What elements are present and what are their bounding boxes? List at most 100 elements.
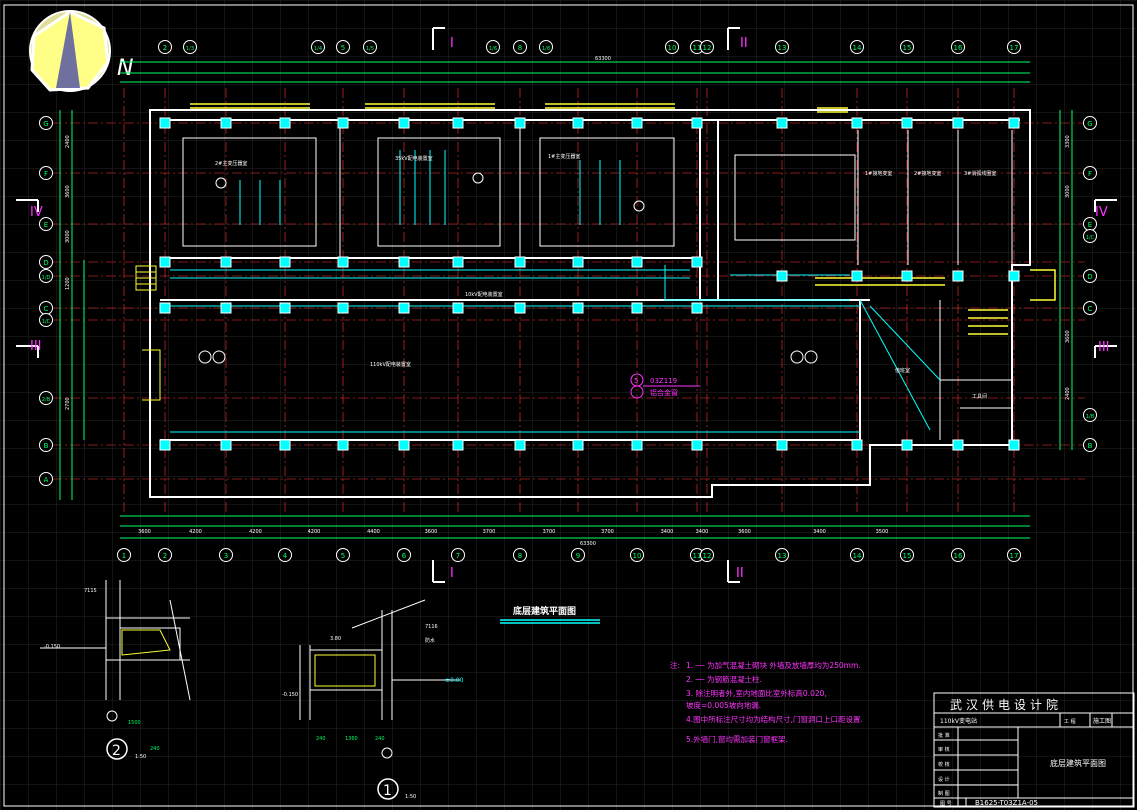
detail-1-dim-b: 1360 xyxy=(345,736,358,742)
column xyxy=(220,117,232,129)
detail-1-number: 1 xyxy=(383,783,392,799)
dimension-label: 3600 xyxy=(1065,330,1071,343)
axis-bubble-label: C xyxy=(44,305,49,313)
room-label-2-transformer: 2#主变压器室 xyxy=(215,160,247,167)
title-block-drawing-no: B1625-T03Z1A-05 xyxy=(975,799,1038,807)
column xyxy=(398,256,410,268)
axis-bubble: 15 xyxy=(900,40,914,54)
dimension-label: 3500 xyxy=(876,529,889,535)
detail-2-dim: 1500 xyxy=(128,720,141,726)
axis-bubble: 1/6 xyxy=(486,40,500,54)
axis-bubble: 1/C xyxy=(39,313,53,327)
detail-2-level: -0.150 xyxy=(44,644,60,650)
note-2: 2. ── 为钢筋混凝土柱. xyxy=(686,674,762,684)
axis-bubble-label: 12 xyxy=(703,44,712,52)
axis-bubble-label: D xyxy=(1087,273,1092,281)
detail-1-label-7116: 7116 xyxy=(425,624,438,630)
note-3b: 坡度=0.005坡向地漏. xyxy=(686,700,761,710)
column xyxy=(851,439,863,451)
axis-bubble: 1/D xyxy=(39,269,53,283)
axis-bubble: 12 xyxy=(700,548,714,562)
axis-bubble: 1/5 xyxy=(363,40,377,54)
dimension-label: 3400 xyxy=(813,529,826,535)
column xyxy=(631,256,643,268)
column xyxy=(514,439,526,451)
column xyxy=(514,256,526,268)
dimension-label: 4200 xyxy=(249,529,262,535)
axis-bubble-label: 1 xyxy=(122,552,126,560)
section-mark-iv-right: IV xyxy=(1095,205,1108,220)
axis-bubble: 1/B xyxy=(1083,408,1097,422)
axis-bubble-label: 14 xyxy=(853,552,862,560)
axis-bubble: 12 xyxy=(700,40,714,54)
column xyxy=(337,439,349,451)
axis-bubble: 10 xyxy=(630,548,644,562)
axis-bubble-label: 16 xyxy=(954,552,963,560)
axis-bubble-label: 4 xyxy=(283,552,288,560)
note-1: 1. ── 为加气混凝土砌块 外墙及放墙厚均为250mm. xyxy=(686,660,861,670)
axis-bubble-label: 7 xyxy=(456,552,460,560)
column xyxy=(901,439,913,451)
axis-bubble: 16 xyxy=(951,548,965,562)
column xyxy=(691,256,703,268)
cad-drawing: N I II I II III III IV IV 2 1/3 1/4 5 1/… xyxy=(0,0,1137,810)
column xyxy=(572,256,584,268)
detail-2-scale: 1:50 xyxy=(135,754,146,760)
axis-bubble: G xyxy=(1083,116,1097,130)
dimension-label: 4200 xyxy=(308,529,321,535)
axis-bubble: 1 xyxy=(117,548,131,562)
dimension-label: 3600 xyxy=(425,529,438,535)
axis-bubble-label: 8 xyxy=(518,44,522,52)
axis-bubble-label: 15 xyxy=(903,44,912,52)
column xyxy=(279,439,291,451)
column xyxy=(691,439,703,451)
room-label-3-arc: 3#消弧线圈室 xyxy=(964,170,996,177)
detail-2-number: 2 xyxy=(112,743,121,759)
column xyxy=(452,439,464,451)
detail-1-dim-a: 240 xyxy=(316,736,326,742)
column xyxy=(279,302,291,314)
column xyxy=(572,439,584,451)
axis-bubble: 1/4 xyxy=(311,40,325,54)
column xyxy=(691,117,703,129)
column xyxy=(776,270,788,282)
dimension-label: 3000 xyxy=(1065,185,1071,198)
axis-bubble: 16 xyxy=(951,40,965,54)
axis-bubble-label: B xyxy=(44,442,49,450)
axis-bubble-label: 9 xyxy=(576,552,580,560)
column xyxy=(631,302,643,314)
section-mark-iii-right: III xyxy=(1098,340,1110,355)
axis-bubble-label: 17 xyxy=(1010,552,1019,560)
room-label-1-transformer: 1#主变压器室 xyxy=(548,153,580,160)
axis-bubble-label: 1/3 xyxy=(186,46,194,52)
axis-bubble: 3 xyxy=(219,548,233,562)
detail-1-level-top: 3.80 xyxy=(330,636,341,642)
column xyxy=(901,270,913,282)
axis-bubble-label: 13 xyxy=(778,44,787,52)
axis-bubble-label: 1/B xyxy=(1086,414,1095,420)
column xyxy=(452,117,464,129)
column xyxy=(452,302,464,314)
title-block-institute: 武汉供电设计院 xyxy=(950,698,1062,712)
room-label-35kv: 35kV配电装置室 xyxy=(395,155,433,162)
notes-heading: 注: xyxy=(670,660,680,670)
column xyxy=(572,302,584,314)
axis-bubble-label: 6 xyxy=(402,552,407,560)
bottom-total-dim: 63300 xyxy=(580,541,596,547)
axis-bubble: E xyxy=(39,217,53,231)
axis-bubble-label: 10 xyxy=(668,44,677,52)
section-mark-ii-top: II xyxy=(740,36,748,51)
column xyxy=(159,256,171,268)
axis-bubble-label: 17 xyxy=(1010,44,1019,52)
section-mark-iv-left: IV xyxy=(30,205,43,220)
note-3: 3. 除注明者外,室内地面比室外标高0.020, xyxy=(686,688,827,698)
axis-bubble: 13 xyxy=(775,40,789,54)
section-mark-i-top: I xyxy=(450,36,454,51)
axis-bubble-label: 1/8 xyxy=(542,46,550,52)
axis-bubble: 2 xyxy=(158,548,172,562)
column xyxy=(851,117,863,129)
dimension-label: 3600 xyxy=(65,185,71,198)
axis-bubble: B xyxy=(39,438,53,452)
axis-bubble-label: 2/B xyxy=(42,397,51,403)
axis-bubble: 8 xyxy=(513,548,527,562)
